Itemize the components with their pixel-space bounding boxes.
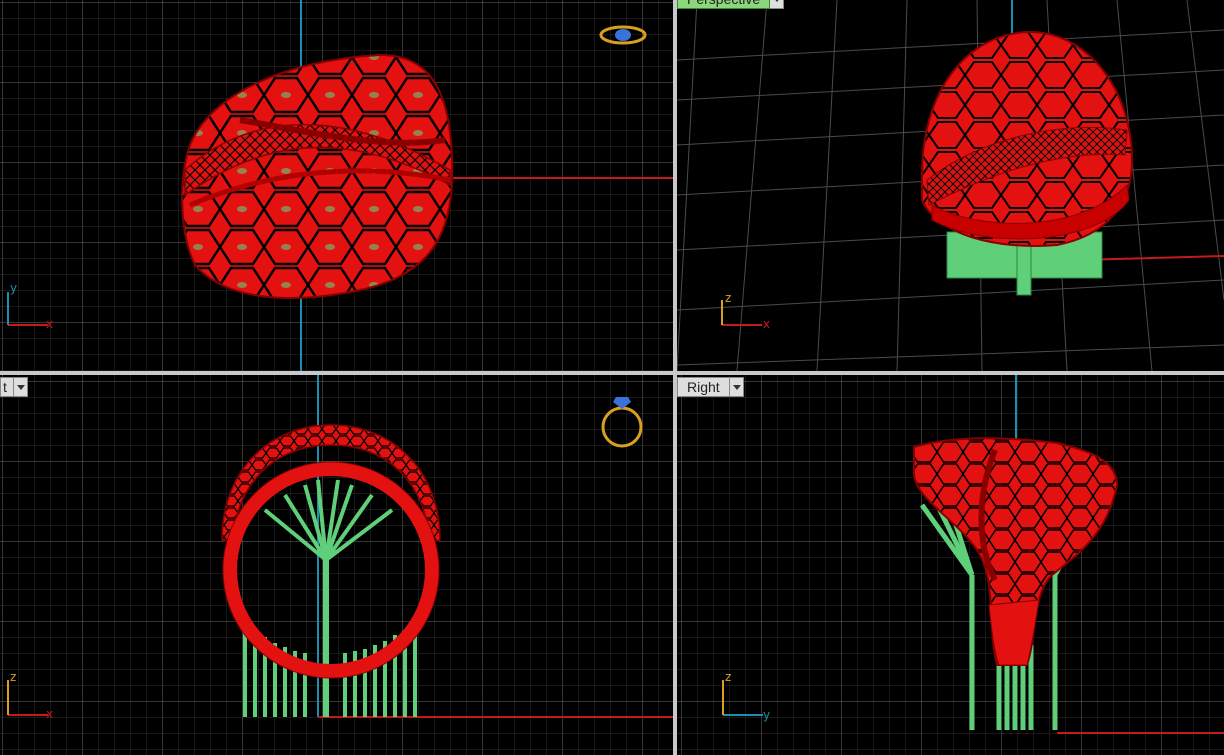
axis-label-v: z: [725, 291, 731, 305]
viewport-right-canvas[interactable]: y z: [677, 375, 1224, 755]
axis-label-h: x: [46, 317, 53, 331]
viewport-right[interactable]: y z Right: [677, 375, 1224, 755]
chevron-down-icon[interactable]: [13, 377, 28, 397]
viewport-front[interactable]: x z t: [0, 375, 673, 755]
axis-label-v: z: [725, 670, 731, 684]
ring-model-perspective: [921, 30, 1134, 247]
viewport-tab-label: t: [0, 377, 14, 397]
axis-label-v: z: [10, 670, 16, 684]
viewport-perspective-canvas[interactable]: x z: [677, 0, 1224, 371]
chevron-down-icon[interactable]: [770, 0, 785, 9]
viewport-tab-label: Right: [677, 377, 730, 397]
viewport-tab-label: Perspective: [677, 0, 771, 9]
chevron-down-icon[interactable]: [729, 377, 744, 397]
viewport-tab-perspective[interactable]: Perspective: [677, 0, 785, 9]
viewport-perspective[interactable]: x z Perspective: [677, 0, 1224, 371]
viewport-tab-front[interactable]: t: [0, 377, 28, 397]
viewport-tab-right[interactable]: Right: [677, 377, 744, 397]
viewport-front-canvas[interactable]: x z: [0, 375, 673, 755]
axis-label-v: y: [10, 281, 17, 295]
axis-label-h: x: [46, 707, 53, 721]
viewport-top[interactable]: x y: [0, 0, 673, 371]
viewport-top-canvas[interactable]: x y: [0, 0, 673, 371]
axis-label-h: x: [763, 317, 770, 331]
axis-label-h: y: [763, 708, 770, 722]
